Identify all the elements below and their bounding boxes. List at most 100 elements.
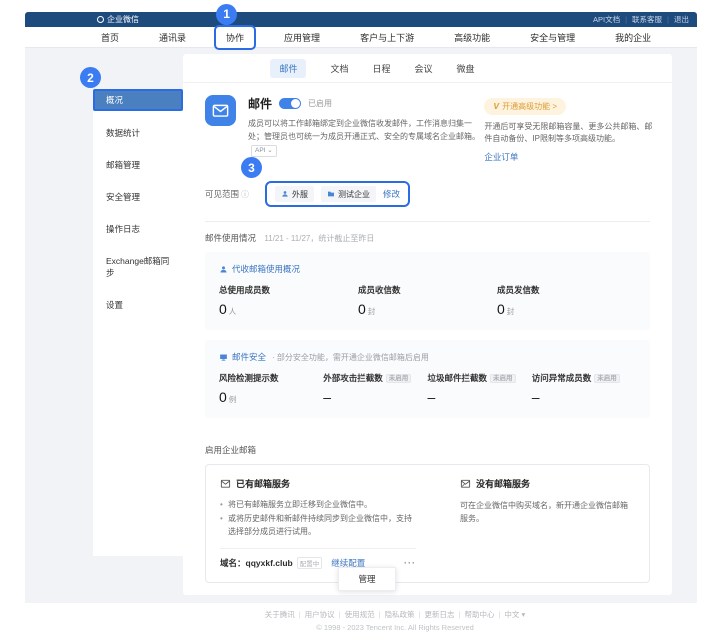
annotation-badge-3: 3 [241, 157, 262, 178]
sidebar-item-overview[interactable]: 概况 2 [93, 89, 183, 111]
card-divider [220, 548, 416, 549]
not-enabled-badge: 未启用 [386, 374, 412, 383]
footer-link-changelog[interactable]: 更新日志 [415, 610, 455, 619]
wecom-logo-text: 企业微信 [107, 14, 139, 25]
footer-links: 关于腾讯用户协议使用规范隐私政策更新日志帮助中心中文 ▾ [93, 609, 697, 620]
tab-drive[interactable]: 微盘 [457, 62, 475, 75]
member-tag[interactable]: 外服 [275, 186, 314, 202]
security-card-title: 邮件安全 [232, 351, 266, 363]
usage-title: 邮件使用情况 [205, 233, 256, 243]
more-actions-icon[interactable]: ··· [404, 558, 416, 568]
status-label: 已启用 [308, 98, 332, 109]
mail-app-header: 邮件 已启用 成员可以将工作邮箱绑定到企业微信收发邮件，工作消息归集一处；管理员… [183, 83, 672, 165]
mail-enable-toggle[interactable] [279, 98, 301, 109]
tab-meeting[interactable]: 会议 [415, 62, 433, 75]
nav-item-app-management[interactable]: 应用管理 [284, 31, 320, 44]
receive-mailbox-card: 代收邮箱使用概况 总使用成员数 0人 成员收信数 0封 成员发信数 [205, 252, 650, 330]
stat-total-members: 总使用成员数 0人 [219, 284, 358, 317]
footer-link-agreement[interactable]: 用户协议 [295, 610, 335, 619]
api-dropdown-tag[interactable]: API ⌄ [251, 145, 277, 158]
mail-description-text: 成员可以将工作邮箱绑定到企业微信收发邮件，工作消息归集一处；管理员也可统一为成员… [248, 119, 480, 141]
nav-item-customers[interactable]: 客户与上下游 [360, 31, 414, 44]
sidebar: 概况 2 数据统计 邮箱管理 安全管理 操作日志 Exchange邮箱同步 设置 [93, 89, 183, 556]
sidebar-item-operation-log[interactable]: 操作日志 [93, 217, 183, 241]
nav-item-collaboration[interactable]: 协作 1 [214, 25, 256, 50]
stat-abnormal-members: 访问异常成员数未启用 – [532, 372, 636, 405]
no-mailbox-description: 可在企业微信中购买域名，新开通企业微信邮箱服务。 [460, 500, 635, 526]
department-tag[interactable]: 测试企业 [321, 186, 376, 202]
vip-icon: V [493, 101, 499, 111]
receive-card-title: 代收邮箱使用概况 [232, 263, 300, 275]
nav-item-security[interactable]: 安全与管理 [530, 31, 575, 44]
stat-sent-mails: 成员发信数 0封 [497, 284, 636, 317]
footer-link-about[interactable]: 关于腾讯 [265, 610, 295, 619]
has-mailbox-bullets: 将已有邮箱服务立即迁移到企业微信中。 或将历史邮件和新邮件持续同步到企业微信中，… [220, 498, 416, 539]
primary-nav: 首页 通讯录 协作 1 应用管理 客户与上下游 高级功能 安全与管理 我的企业 [25, 27, 697, 48]
stat-spam-blocked: 垃圾邮件拦截数未启用 – [428, 372, 532, 405]
manage-menu-item[interactable]: 管理 [338, 567, 396, 591]
contact-support-link[interactable]: 联系客服 [620, 14, 662, 25]
top-bar: 企业微信 API文档 联系客服 退出 [25, 12, 697, 27]
domain-label: 域名： [220, 557, 246, 569]
annotation-badge-2: 2 [80, 67, 101, 88]
enterprise-order-link[interactable]: 企业订单 [484, 151, 518, 163]
nav-item-advanced[interactable]: 高级功能 [454, 31, 490, 44]
upgrade-panel: V 开通高级功能 > 开通后可享受无限邮箱容量、更多公共邮箱、邮件自动备份、IP… [484, 95, 656, 165]
sidebar-item-exchange-sync[interactable]: Exchange邮箱同步 [93, 249, 183, 285]
tab-docs[interactable]: 文档 [330, 62, 348, 75]
envelope-icon [220, 478, 231, 489]
configuring-badge: 配置中 [297, 557, 323, 569]
upgrade-button-label: 开通高级功能 > [502, 101, 557, 112]
mail-app-icon [205, 95, 236, 126]
nav-item-contacts[interactable]: 通讯录 [159, 31, 186, 44]
person-icon [219, 265, 228, 274]
upgrade-button[interactable]: V 开通高级功能 > [484, 98, 566, 115]
visible-range-row: 可见范围 ⓘ 外服 测试企业 修改 3 [183, 165, 672, 207]
bullet-sync: 或将历史邮件和新邮件持续同步到企业微信中，支持选择部分成员进行试用。 [220, 512, 416, 539]
sidebar-item-security-management[interactable]: 安全管理 [93, 185, 183, 209]
page-title: 邮件 [248, 95, 272, 112]
sidebar-item-mailbox-management[interactable]: 邮箱管理 [93, 153, 183, 177]
wecom-logo[interactable]: 企业微信 [97, 14, 139, 25]
domain-value: qqyxkf.club [246, 558, 293, 568]
usage-header: 邮件使用情况 11/21 - 11/27，统计截止至昨日 [183, 222, 672, 249]
feature-tabs: 邮件 文档 日程 会议 微盘 [183, 54, 672, 83]
footer-link-help[interactable]: 帮助中心 [455, 610, 495, 619]
tab-mail[interactable]: 邮件 [270, 59, 306, 78]
page-body: 概况 2 数据统计 邮箱管理 安全管理 操作日志 Exchange邮箱同步 设置… [25, 48, 697, 603]
security-card-subtitle: · 部分安全功能，需开通企业微信邮箱后启用 [272, 352, 429, 363]
footer-language-selector[interactable]: 中文 ▾ [494, 610, 525, 619]
upgrade-description: 开通后可享受无限邮箱容量、更多公共邮箱、邮件自动备份、IP限制等多项高级功能。 [484, 121, 656, 147]
usage-date-range: 11/21 - 11/27，统计截止至昨日 [264, 234, 374, 243]
copyright-text: © 1998 - 2023 Tencent Inc. All Rights Re… [93, 623, 697, 632]
not-enabled-badge: 未启用 [490, 374, 516, 383]
member-tag-label: 外服 [292, 189, 308, 200]
annotation-badge-1: 1 [216, 4, 237, 25]
info-icon[interactable]: ⓘ [241, 189, 249, 200]
footer-link-privacy[interactable]: 隐私政策 [375, 610, 415, 619]
visible-range-label: 可见范围 [205, 188, 239, 200]
envelope-slash-icon [460, 478, 471, 489]
bullet-migrate: 将已有邮箱服务立即迁移到企业微信中。 [220, 498, 416, 512]
mailbox-service-card: 已有邮箱服务 将已有邮箱服务立即迁移到企业微信中。 或将历史邮件和新邮件持续同步… [205, 464, 650, 583]
stat-external-attacks: 外部攻击拦截数未启用 – [323, 372, 427, 405]
nav-item-home[interactable]: 首页 [101, 31, 119, 44]
has-mailbox-title: 已有邮箱服务 [236, 477, 290, 490]
nav-item-my-company[interactable]: 我的企业 [615, 31, 651, 44]
mail-description: 成员可以将工作邮箱绑定到企业微信收发邮件，工作消息归集一处；管理员也可统一为成员… [248, 118, 484, 157]
stat-received-mails: 成员收信数 0封 [358, 284, 497, 317]
sidebar-item-statistics[interactable]: 数据统计 [93, 121, 183, 145]
api-docs-link[interactable]: API文档 [593, 14, 620, 25]
sidebar-item-settings[interactable]: 设置 [93, 293, 183, 317]
no-mailbox-column: 没有邮箱服务 可在企业微信中购买域名，新开通企业微信邮箱服务。 [460, 477, 635, 569]
has-mailbox-column: 已有邮箱服务 将已有邮箱服务立即迁移到企业微信中。 或将历史邮件和新邮件持续同步… [220, 477, 416, 569]
nav-item-collaboration-label: 协作 [226, 33, 244, 43]
tab-calendar[interactable]: 日程 [372, 62, 390, 75]
enable-mailbox-title: 启用企业邮箱 [183, 428, 672, 464]
footer-link-usage[interactable]: 使用规范 [335, 610, 375, 619]
main-panel: 邮件 文档 日程 会议 微盘 邮件 已启用 [183, 54, 672, 595]
logout-link[interactable]: 退出 [662, 14, 689, 25]
folder-icon [327, 190, 335, 198]
modify-link[interactable]: 修改 [383, 188, 400, 200]
page-footer: 关于腾讯用户协议使用规范隐私政策更新日志帮助中心中文 ▾ © 1998 - 20… [93, 595, 697, 632]
